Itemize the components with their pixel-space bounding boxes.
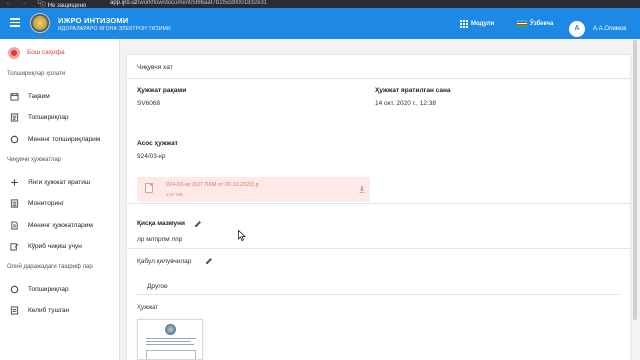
edit-icon bbox=[10, 243, 19, 251]
url-text[interactable]: app.ijro.uz/workflow/document/5f86aaf7b1… bbox=[110, 0, 267, 6]
sidebar-item-label: Бош саҳифа bbox=[27, 49, 65, 56]
sidebar-section-title: Чиқувчи ҳужжатлар bbox=[7, 157, 62, 163]
divider bbox=[127, 203, 630, 204]
plus-icon bbox=[11, 179, 18, 186]
url-path: /workflow/document/5f86aaf7b1f5cd0001832… bbox=[137, 0, 268, 6]
sidebar-item-my-documents[interactable]: Менинг ҳужжатларим bbox=[0, 218, 118, 234]
edit-pencil-icon[interactable] bbox=[205, 257, 213, 265]
app-subtitle: ИДОРАЛАРАРО ЯГОНА ЭЛЕКТРОН ТИЗИМИ bbox=[58, 26, 171, 32]
app-title: ИЖРО ИНТИЗОМИ bbox=[58, 16, 129, 25]
attachment-size: 2.97 МБ bbox=[166, 192, 183, 197]
app-header: ИЖРО ИНТИЗОМИ ИДОРАЛАРАРО ЯГОНА ЭЛЕКТРОН… bbox=[0, 8, 640, 39]
scrollbar[interactable] bbox=[633, 40, 637, 320]
user-avatar[interactable]: A bbox=[569, 21, 585, 37]
created-date-label: Ҳужжат яратилган сана bbox=[375, 87, 451, 94]
list-icon bbox=[10, 113, 19, 122]
sidebar-item-home[interactable]: Бош саҳифа bbox=[0, 45, 118, 61]
other-label: Другое bbox=[147, 283, 168, 290]
sidebar-item-visit-tasks[interactable]: Топшириқлар bbox=[0, 282, 118, 298]
modules-button[interactable]: Модули bbox=[460, 20, 494, 28]
created-date-value: 14 окт. 2020 г., 12:38 bbox=[375, 100, 436, 107]
seal-emblem bbox=[165, 324, 176, 335]
download-icon[interactable] bbox=[359, 186, 365, 193]
sidebar-section-title: Топшириқлар ҳолати bbox=[7, 71, 66, 77]
home-dot-icon bbox=[8, 47, 20, 59]
doc-number-label: Ҳужжат рақами bbox=[137, 87, 187, 94]
sidebar-item-label: Топшириқлар bbox=[28, 114, 69, 121]
doc-number-value: SV6068 bbox=[137, 100, 161, 107]
sidebar-item-label: Келиб тушган bbox=[28, 307, 70, 314]
document-card: Чиқувчи хат Ҳужжат рақами SV6068 Ҳужжат … bbox=[127, 55, 630, 360]
sidebar-item-label: Кўриб чиқиш учун bbox=[28, 243, 82, 250]
summary-value: лр млпрпм лпр bbox=[137, 236, 183, 243]
document-icon bbox=[11, 221, 18, 230]
menu-icon[interactable] bbox=[10, 18, 20, 27]
sidebar-item-tasks[interactable]: Топшириқлар bbox=[0, 110, 118, 126]
task-icon bbox=[10, 135, 19, 144]
browser-address-bar[interactable]: ← → C ⓘ Не защищено app.ijro.uz/workflow… bbox=[0, 0, 640, 8]
attachment-file[interactable]: 924-03-кр (637 ПКМ от 09.10.2020).p 2.97… bbox=[137, 177, 370, 202]
sidebar-item-label: Янги ҳужжат яратиш bbox=[28, 179, 91, 186]
sidebar-item-label: Мониторинг bbox=[28, 200, 65, 207]
user-name[interactable]: А.А.Олимов bbox=[593, 26, 626, 32]
edit-pencil-icon[interactable] bbox=[194, 220, 202, 228]
url-host: app.ijro.uz bbox=[110, 0, 138, 6]
apps-grid-icon bbox=[460, 20, 468, 28]
sidebar-item-incoming[interactable]: Келиб тушган bbox=[0, 303, 118, 319]
mouse-cursor-icon bbox=[238, 230, 246, 241]
sidebar-item-label: Тақвим bbox=[28, 93, 50, 100]
state-emblem-logo bbox=[30, 13, 50, 33]
sidebar-item-label: Менинг топшириқларим bbox=[28, 136, 101, 143]
sidebar: Бош саҳифа Топшириқлар ҳолати Тақвим Топ… bbox=[0, 39, 120, 360]
language-selector[interactable]: Ўзбекча bbox=[517, 20, 554, 28]
task-icon bbox=[10, 285, 19, 294]
document-preview-thumbnail[interactable] bbox=[137, 319, 203, 360]
modules-label: Модули bbox=[471, 21, 495, 27]
basis-value: 924/03-кр bbox=[137, 153, 166, 160]
basis-label: Асос ҳужжат bbox=[137, 140, 178, 147]
sidebar-item-new-document[interactable]: Янги ҳужжат яратиш bbox=[0, 175, 118, 191]
other-section-row[interactable]: Другое bbox=[137, 277, 620, 295]
sidebar-item-monitoring[interactable]: Мониторинг bbox=[0, 196, 118, 212]
sidebar-item-label: Топшириқлар bbox=[28, 286, 69, 293]
document-section-label: Ҳужжат bbox=[137, 305, 159, 311]
sidebar-item-calendar[interactable]: Тақвим bbox=[0, 89, 118, 105]
card-title: Чиқувчи хат bbox=[137, 64, 173, 71]
sidebar-item-for-review[interactable]: Кўриб чиқиш учун bbox=[0, 239, 118, 255]
monitor-icon bbox=[10, 199, 19, 208]
divider bbox=[127, 248, 630, 249]
security-warning[interactable]: ⓘ Не защищено bbox=[40, 0, 86, 8]
card-header: Чиқувчи хат bbox=[127, 55, 630, 79]
calendar-icon bbox=[10, 92, 19, 101]
inbox-icon bbox=[10, 306, 19, 315]
sidebar-item-my-tasks[interactable]: Менинг топшириқларим bbox=[0, 132, 118, 148]
summary-label: Қисқа мазмуни bbox=[137, 220, 185, 227]
language-label: Ўзбекча bbox=[530, 20, 554, 27]
pdf-file-icon bbox=[145, 183, 153, 193]
sidebar-item-label: Менинг ҳужжатларим bbox=[28, 222, 93, 229]
uzbekistan-flag-icon bbox=[517, 20, 527, 28]
attachment-name[interactable]: 924-03-кр (637 ПКМ от 09.10.2020).p bbox=[166, 182, 259, 188]
recipients-label: Қабул қилувчилар bbox=[137, 258, 192, 265]
sidebar-section-title: Олий даражадаги ташриф лар bbox=[7, 264, 93, 270]
